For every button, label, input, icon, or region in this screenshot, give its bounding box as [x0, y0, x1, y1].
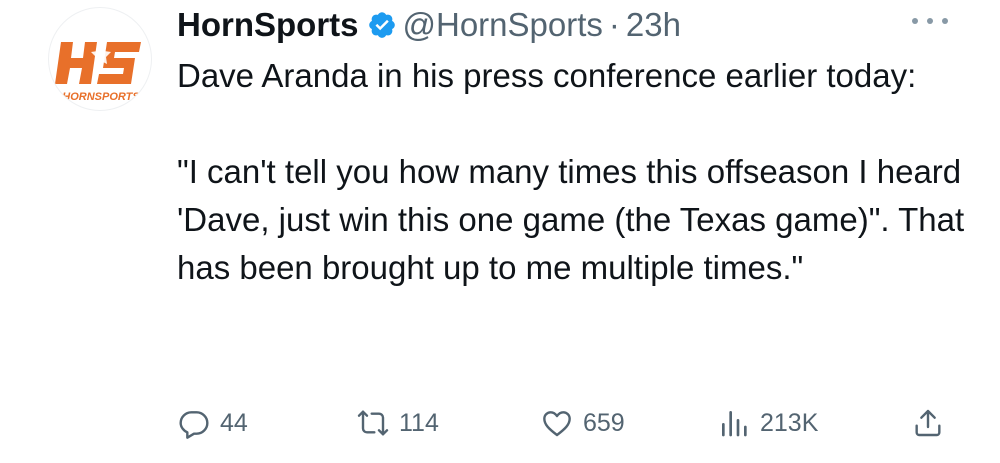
views-icon [722, 411, 747, 437]
separator: · [608, 6, 620, 43]
tweet-paragraph: Dave Aranda in his press conference earl… [177, 57, 917, 94]
timestamp[interactable]: 23h [626, 6, 681, 44]
like-icon [543, 411, 571, 437]
like-button[interactable]: 659 [541, 400, 625, 446]
hornsports-logo: HORNSPORTS [55, 42, 141, 103]
tweet-text: Dave Aranda in his press conference earl… [177, 52, 977, 292]
action-bar: 44 114 659 213K [0, 400, 1000, 446]
tweet-header: HornSports @HornSports · 23h [177, 0, 681, 50]
more-icon[interactable] [912, 9, 948, 33]
share-icon [915, 409, 941, 437]
view-count: 213K [760, 408, 819, 437]
reply-icon [179, 411, 209, 439]
tweet: HORNSPORTS HornSports @HornSports · 23h … [0, 0, 1000, 463]
reply-count: 44 [220, 408, 248, 437]
repost-count: 114 [399, 408, 439, 437]
logo-wordmark: HORNSPORTS [62, 91, 140, 103]
repost-icon [357, 410, 389, 436]
tweet-paragraph: "I can't tell you how many times this of… [177, 153, 965, 286]
reply-button[interactable]: 44 [178, 400, 248, 446]
views-button[interactable]: 213K [718, 400, 818, 446]
like-count: 659 [583, 408, 625, 437]
display-name[interactable]: HornSports [177, 6, 359, 44]
share-button[interactable] [912, 400, 954, 446]
verified-badge-icon [367, 10, 397, 40]
repost-button[interactable]: 114 [357, 400, 439, 446]
avatar[interactable]: HORNSPORTS [48, 7, 152, 111]
handle[interactable]: @HornSports [403, 6, 603, 44]
